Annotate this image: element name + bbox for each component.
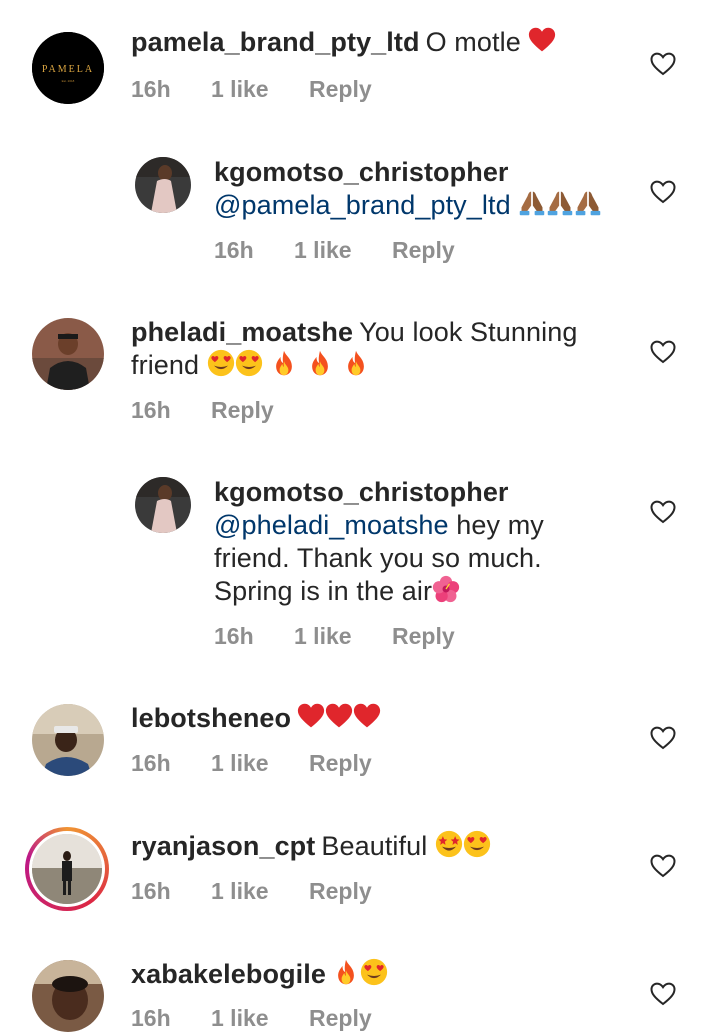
brand-logo-avatar: PAMELA Est. 2018 xyxy=(32,32,104,104)
avatar-logo-text: PAMELA xyxy=(42,64,94,75)
folded-hands-emoji xyxy=(546,189,574,217)
profile-photo xyxy=(135,477,191,533)
red-heart-emoji xyxy=(325,702,353,730)
red-heart-emoji xyxy=(353,702,381,730)
comment-likes[interactable]: 1 like xyxy=(294,623,392,650)
mention-link[interactable]: @pamela_brand_pty_ltd xyxy=(214,190,511,220)
reply-button[interactable]: Reply xyxy=(392,237,455,264)
avatar[interactable] xyxy=(135,157,191,213)
avatar[interactable] xyxy=(32,834,102,904)
comment-likes[interactable]: 1 like xyxy=(211,76,309,103)
reply-button[interactable]: Reply xyxy=(392,623,455,650)
profile-photo xyxy=(32,704,104,776)
comment-text: friend xyxy=(131,350,200,380)
comment-username[interactable]: kgomotso_christopher xyxy=(214,157,509,187)
profile-photo xyxy=(32,834,102,904)
comment-username[interactable]: lebotsheneo xyxy=(131,703,291,733)
comment-text: hey my xyxy=(456,510,544,540)
like-heart-icon[interactable] xyxy=(650,52,676,76)
avatar[interactable] xyxy=(135,477,191,533)
like-heart-icon[interactable] xyxy=(650,180,676,204)
comment-likes[interactable]: 1 like xyxy=(211,750,309,777)
heart-eyes-emoji xyxy=(207,349,235,377)
comment-meta: 16h Reply xyxy=(131,397,274,424)
profile-photo xyxy=(32,960,104,1032)
heart-eyes-emoji xyxy=(463,830,491,858)
like-heart-icon[interactable] xyxy=(650,982,676,1006)
like-heart-icon[interactable] xyxy=(650,726,676,750)
fire-emoji xyxy=(342,349,370,377)
reply-button[interactable]: Reply xyxy=(309,750,372,777)
avatar[interactable]: PAMELA Est. 2018 xyxy=(32,32,104,104)
reply-button[interactable]: Reply xyxy=(211,397,274,424)
fire-emoji xyxy=(332,958,360,986)
heart-eyes-emoji xyxy=(235,349,263,377)
comment-body: xabakelebogile xyxy=(131,958,651,991)
comment-body: pamela_brand_pty_ltd O motle xyxy=(131,26,651,59)
avatar[interactable] xyxy=(32,704,104,776)
comment-text: Spring is in the air xyxy=(214,576,433,606)
comment-meta: 16h 1 like Reply xyxy=(131,750,372,777)
comment-username[interactable]: pamela_brand_pty_ltd xyxy=(131,27,420,57)
red-heart-emoji xyxy=(528,26,556,54)
folded-hands-emoji xyxy=(518,189,546,217)
profile-photo xyxy=(135,157,191,213)
comment-username[interactable]: xabakelebogile xyxy=(131,959,326,989)
comment-time: 16h xyxy=(214,623,254,649)
hibiscus-emoji xyxy=(432,575,460,603)
mention-link[interactable]: @pheladi_moatshe xyxy=(214,510,449,540)
avatar[interactable] xyxy=(32,960,104,1032)
comment-text: You look Stunning xyxy=(359,317,578,347)
folded-hands-emoji xyxy=(574,189,602,217)
star-struck-emoji xyxy=(435,830,463,858)
comment-body: kgomotso_christopher @pheladi_moatshe he… xyxy=(214,476,654,608)
comment-username[interactable]: pheladi_moatshe xyxy=(131,317,353,347)
comment-time: 16h xyxy=(131,750,171,776)
heart-eyes-emoji xyxy=(360,958,388,986)
comment-username[interactable]: ryanjason_cpt xyxy=(131,831,315,861)
like-heart-icon[interactable] xyxy=(650,854,676,878)
profile-photo xyxy=(32,318,104,390)
comment-likes[interactable]: 1 like xyxy=(211,878,309,905)
like-heart-icon[interactable] xyxy=(650,340,676,364)
comment-meta: 16h 1 like Reply xyxy=(214,237,455,264)
comment-meta: 16h 1 like Reply xyxy=(214,623,455,650)
avatar[interactable] xyxy=(32,318,104,390)
avatar-logo-sub: Est. 2018 xyxy=(62,79,75,83)
comment-body: kgomotso_christopher @pamela_brand_pty_l… xyxy=(214,156,644,222)
comment-meta: 16h 1 like Reply xyxy=(131,878,372,905)
comment-time: 16h xyxy=(214,237,254,263)
fire-emoji xyxy=(306,349,334,377)
comment-time: 16h xyxy=(131,76,171,102)
fire-emoji xyxy=(270,349,298,377)
comment-likes[interactable]: 1 like xyxy=(294,237,392,264)
comment-time: 16h xyxy=(131,878,171,904)
comment-text: Beautiful xyxy=(321,831,428,861)
comment-username[interactable]: kgomotso_christopher xyxy=(214,477,509,507)
comment-body: pheladi_moatshe You look Stunning friend xyxy=(131,316,641,382)
reply-button[interactable]: Reply xyxy=(309,878,372,905)
comment-time: 16h xyxy=(131,397,171,423)
like-heart-icon[interactable] xyxy=(650,500,676,524)
comment-body: ryanjason_cpt Beautiful xyxy=(131,830,651,863)
comment-text: O motle xyxy=(425,27,521,57)
comment-body: lebotsheneo xyxy=(131,702,651,735)
comment-text: friend. Thank you so much. xyxy=(214,543,542,573)
reply-button[interactable]: Reply xyxy=(309,76,372,103)
comment-meta: 16h 1 like Reply xyxy=(131,76,372,103)
red-heart-emoji xyxy=(297,702,325,730)
